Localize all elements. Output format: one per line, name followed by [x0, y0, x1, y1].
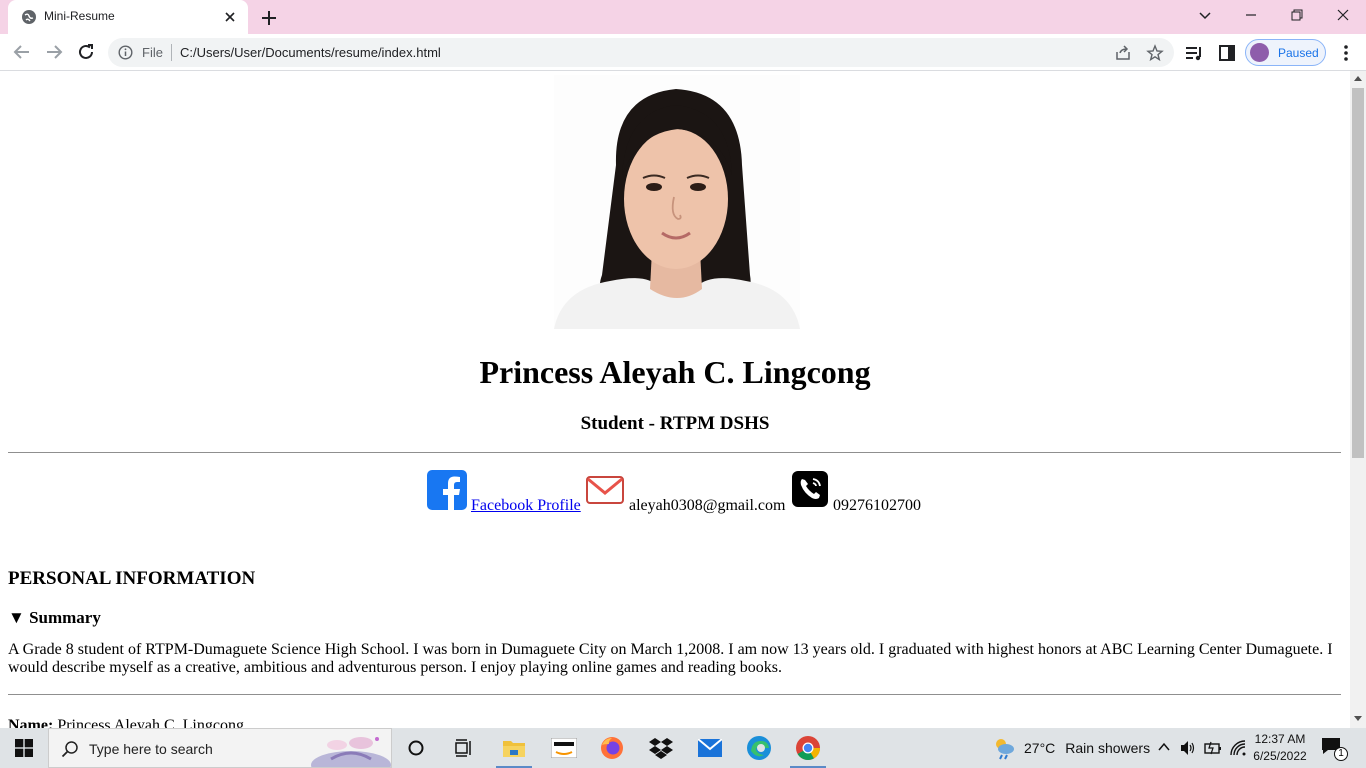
email-text: aleyah0308@gmail.com	[629, 497, 786, 514]
phone-text: 09276102700	[833, 497, 921, 514]
summary-toggle[interactable]: ▼ Summary	[8, 608, 101, 628]
back-icon[interactable]	[10, 40, 34, 64]
name-field-value: Princess Aleyah C. Lingcong	[57, 717, 244, 728]
search-highlight-illustration-icon	[311, 737, 391, 767]
divider	[171, 44, 172, 61]
profile-status: Paused	[1278, 46, 1319, 60]
close-window-icon[interactable]	[1320, 0, 1366, 30]
phone-icon	[792, 471, 828, 507]
summary-text: A Grade 8 student of RTPM-Dumaguete Scie…	[8, 641, 1333, 676]
edge-icon[interactable]	[735, 728, 783, 768]
search-icon	[61, 741, 78, 758]
file-explorer-icon[interactable]	[490, 728, 538, 768]
forward-icon[interactable]	[42, 40, 66, 64]
resume-name: Princess Aleyah C. Lingcong	[479, 354, 871, 390]
browser-tab[interactable]: Mini-Resume	[8, 0, 248, 34]
taskbar: Type here to search 27°C Rain showers 12…	[0, 728, 1366, 768]
site-info-icon[interactable]	[118, 45, 133, 60]
mail-app-icon[interactable]	[686, 728, 734, 768]
media-queue-icon[interactable]	[1184, 43, 1204, 63]
search-placeholder: Type here to search	[89, 741, 213, 757]
globe-icon	[22, 10, 36, 24]
avatar	[1250, 43, 1269, 62]
share-icon[interactable]	[1114, 44, 1132, 62]
mail-icon	[586, 476, 624, 504]
name-field-label: Name:	[8, 717, 54, 728]
system-clock[interactable]: 12:37 AM 6/25/2022	[1248, 731, 1312, 765]
summary-label: Summary	[29, 608, 101, 627]
clock-date: 6/25/2022	[1253, 749, 1307, 763]
weather-temp: 27°C	[1024, 740, 1056, 756]
url-text[interactable]: C:/Users/User/Documents/resume/index.htm…	[180, 45, 441, 60]
start-button[interactable]	[0, 728, 48, 768]
profile-button[interactable]: Paused	[1245, 39, 1326, 66]
firefox-icon[interactable]	[588, 728, 636, 768]
close-tab-icon[interactable]	[222, 9, 238, 25]
restore-icon[interactable]	[1274, 0, 1320, 30]
tab-title: Mini-Resume	[44, 9, 115, 23]
battery-icon[interactable]	[1204, 740, 1222, 756]
resume-role: Student - RTPM DSHS	[580, 413, 770, 434]
more-menu-icon[interactable]	[1336, 43, 1356, 63]
rain-weather-icon	[996, 739, 1014, 760]
tab-strip: Mini-Resume	[0, 0, 1366, 34]
vertical-scrollbar[interactable]	[1350, 71, 1366, 728]
notification-center[interactable]: 1	[1320, 736, 1350, 762]
weather-description: Rain showers	[1065, 740, 1151, 756]
minimize-icon[interactable]	[1228, 0, 1274, 30]
scroll-up-icon[interactable]	[1354, 75, 1362, 81]
page-viewport: Princess Aleyah C. Lingcong Student - RT…	[0, 71, 1350, 728]
divider	[8, 694, 1341, 695]
volume-icon[interactable]	[1180, 740, 1196, 756]
divider	[8, 452, 1341, 453]
notification-badge: 1	[1334, 747, 1348, 761]
facebook-icon	[427, 470, 467, 510]
scrollbar-thumb[interactable]	[1352, 88, 1364, 458]
scroll-down-icon[interactable]	[1354, 716, 1362, 722]
windows-icon	[15, 739, 33, 757]
bookmark-star-icon[interactable]	[1146, 44, 1164, 62]
task-view-icon[interactable]	[440, 728, 488, 768]
triangle-down-icon: ▼	[8, 608, 25, 627]
profile-photo	[554, 75, 800, 329]
browser-toolbar: File C:/Users/User/Documents/resume/inde…	[0, 34, 1366, 71]
chrome-icon[interactable]	[784, 728, 832, 768]
tab-search-icon[interactable]	[1182, 0, 1228, 30]
weather-widget[interactable]: 27°C Rain showers	[992, 728, 1150, 768]
section-heading: PERSONAL INFORMATION	[8, 568, 256, 589]
clock-time: 12:37 AM	[1254, 732, 1306, 746]
facebook-link[interactable]: Facebook Profile	[471, 497, 581, 515]
name-field: Name: Princess Aleyah C. Lingcong	[8, 717, 244, 728]
dropbox-icon[interactable]	[637, 728, 685, 768]
scheme-label: File	[142, 45, 163, 60]
facebook-link-text[interactable]: Facebook Profile	[471, 497, 581, 514]
side-panel-icon[interactable]	[1217, 43, 1237, 63]
tray-chevron-up-icon[interactable]	[1158, 742, 1170, 752]
address-bar[interactable]: File C:/Users/User/Documents/resume/inde…	[108, 38, 1174, 67]
cortana-icon[interactable]	[392, 728, 440, 768]
wifi-icon[interactable]	[1230, 740, 1246, 756]
reload-icon[interactable]	[74, 40, 98, 64]
amazon-icon[interactable]	[540, 728, 588, 768]
new-tab-icon[interactable]	[258, 7, 280, 29]
taskbar-search[interactable]: Type here to search	[48, 728, 392, 768]
